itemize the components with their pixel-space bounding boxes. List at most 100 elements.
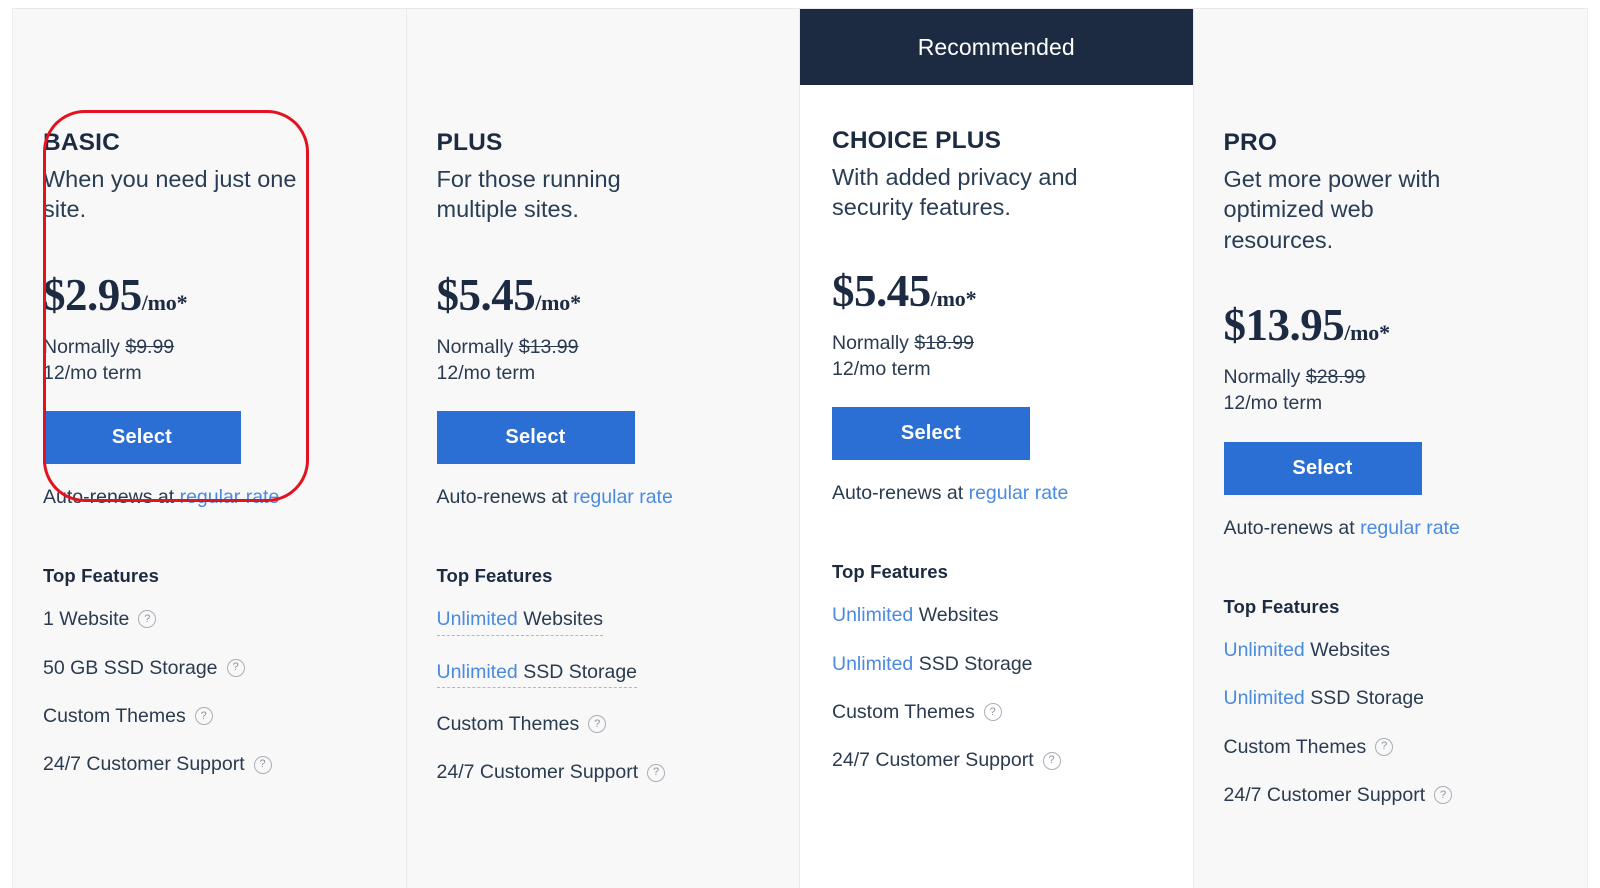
plan-price: $2.95/mo* (43, 272, 376, 318)
feature-item: 24/7 Customer Support? (1224, 783, 1558, 807)
select-button[interactable]: Select (436, 411, 635, 465)
price-block: $13.95/mo* Normally $28.99 12/mo term Selec… (1223, 303, 1558, 540)
term-length: 12/mo term (1223, 392, 1323, 415)
feature-text: 24/7 Customer Support (1223, 783, 1426, 806)
feature-highlight[interactable]: Unlimited (832, 604, 913, 626)
question-circle-icon[interactable]: ? (588, 715, 607, 734)
feature-label: Unlimited SSD Storage (436, 660, 638, 688)
feature-label: 1 Website (43, 607, 129, 631)
feature-label: 24/7 Customer Support (437, 760, 639, 784)
feature-item: Custom Themes? (1224, 735, 1558, 759)
plan-card-body: PRO Get more power with optimized web res… (1194, 85, 1588, 807)
price-block: $5.45/mo* Normally $18.99 12/mo term Select… (832, 265, 1163, 506)
original-price: $13.99 (518, 335, 579, 358)
feature-highlight[interactable]: Unlimited (832, 653, 913, 675)
feature-label: Unlimited Websites (832, 603, 999, 627)
feature-item[interactable]: Unlimited SSD Storage (436, 660, 770, 688)
feature-text: SSD Storage (913, 652, 1033, 675)
original-price: $18.99 (914, 331, 975, 354)
normally-price: Normally $9.99 (43, 334, 376, 360)
feature-highlight[interactable]: Unlimited (1224, 687, 1305, 709)
feature-item: Unlimited SSD Storage (832, 652, 1163, 676)
feature-highlight[interactable]: Unlimited (437, 661, 518, 683)
question-circle-icon[interactable]: ? (647, 763, 666, 782)
plan-card-body: BASIC When you need just one site. $2.95/m… (13, 85, 406, 777)
plan-tagline: Get more power with optimized web resour… (1223, 165, 1441, 253)
price-amount: $13.95 (1223, 300, 1345, 351)
regular-rate-link[interactable]: regular rate (180, 486, 280, 508)
plan-card-basic: BASIC When you need just one site. $2.95/m… (13, 9, 407, 888)
feature-text: Custom Themes (1223, 735, 1367, 758)
banner-spacer (13, 9, 406, 85)
feature-text: Custom Themes (436, 712, 580, 735)
select-button[interactable]: Select (832, 407, 1030, 461)
autorenew-note: Auto-renews at regular rate (832, 482, 1163, 505)
feature-text: 24/7 Customer Support (43, 753, 245, 776)
banner-spacer (407, 9, 800, 85)
feature-item: Unlimited SSD Storage (1224, 686, 1558, 710)
autorenew-note: Auto-renews at regular rate (43, 486, 376, 509)
term-length: 12/mo term (43, 361, 142, 384)
feature-item: 24/7 Customer Support? (437, 760, 770, 784)
feature-item: Custom Themes? (832, 700, 1163, 724)
feature-text: Websites (913, 604, 999, 627)
feature-text: Websites (517, 608, 604, 631)
normally-price: Normally $18.99 (832, 330, 1163, 356)
feature-text: Custom Themes (832, 700, 975, 723)
term-length: 12/mo term (832, 357, 931, 380)
feature-highlight[interactable]: Unlimited (437, 608, 518, 630)
feature-label: Custom Themes (1224, 735, 1367, 759)
feature-item: 1 Website? (43, 607, 376, 631)
question-circle-icon[interactable]: ? (1434, 786, 1453, 805)
regular-rate-link[interactable]: regular rate (1360, 517, 1460, 539)
regular-rate-link[interactable]: regular rate (573, 486, 673, 508)
plan-tagline: For those running multiple sites. (436, 165, 621, 223)
plan-name: PLUS (436, 129, 503, 156)
price-period: /mo* (930, 285, 977, 311)
autorenew-note: Auto-renews at regular rate (437, 486, 770, 509)
plan-name: CHOICE PLUS (832, 127, 1002, 154)
price-amount: $5.45 (832, 265, 931, 316)
feature-highlight[interactable]: Unlimited (1224, 639, 1305, 661)
normally-price: Normally $13.99 (437, 334, 770, 360)
regular-rate-link[interactable]: regular rate (969, 482, 1069, 504)
question-circle-icon[interactable]: ? (226, 658, 245, 677)
feature-text: 24/7 Customer Support (436, 761, 639, 784)
feature-item: 24/7 Customer Support? (43, 752, 376, 776)
plan-tagline: With added privacy and security features… (832, 163, 1078, 221)
top-features-heading: Top Features (436, 565, 553, 587)
feature-list: Unlimited Websites Unlimited SSD Storage C… (436, 607, 770, 785)
feature-item: Custom Themes? (43, 704, 376, 728)
question-circle-icon[interactable]: ? (1042, 751, 1061, 770)
price-period: /mo* (141, 289, 188, 315)
feature-item[interactable]: Unlimited Websites (436, 607, 770, 636)
plan-name: PRO (1223, 129, 1278, 156)
recommended-banner: Recommended (800, 9, 1193, 85)
plan-card-plus: PLUS For those running multiple sites. $5.… (406, 9, 800, 888)
question-circle-icon[interactable]: ? (1375, 737, 1394, 756)
autorenew-label: Auto-renews at (1223, 516, 1355, 539)
price-period: /mo* (535, 289, 581, 315)
select-button[interactable]: Select (43, 411, 241, 465)
select-button[interactable]: Select (1223, 441, 1422, 495)
feature-item: Unlimited Websites (832, 603, 1163, 627)
normally-label: Normally (832, 331, 909, 354)
normally-label: Normally (436, 335, 514, 358)
question-circle-icon[interactable]: ? (194, 707, 213, 726)
autorenew-label: Auto-renews at (436, 486, 568, 509)
feature-list: Unlimited Websites Unlimited SSD Storage C… (832, 603, 1163, 773)
question-circle-icon[interactable]: ? (983, 703, 1002, 722)
price-period: /mo* (1344, 320, 1390, 346)
feature-label: Unlimited Websites (1224, 638, 1391, 662)
question-circle-icon[interactable]: ? (253, 755, 272, 774)
feature-label: 24/7 Customer Support (43, 752, 245, 776)
price-block: $5.45/mo* Normally $13.99 12/mo term Select… (436, 272, 770, 510)
plan-tagline: When you need just one site. (43, 165, 297, 223)
plan-price: $13.95/mo* (1224, 303, 1558, 348)
autorenew-note: Auto-renews at regular rate (1224, 517, 1558, 540)
question-circle-icon[interactable]: ? (138, 610, 157, 629)
feature-list: Unlimited Websites Unlimited SSD Storage C… (1224, 638, 1558, 808)
plan-card-choice-plus: Recommended CHOICE PLUS With added privacy… (800, 9, 1194, 888)
feature-list: 1 Website? 50 GB SSD Storage? Custom Theme… (43, 607, 376, 777)
plan-price: $5.45/mo* (437, 272, 770, 318)
